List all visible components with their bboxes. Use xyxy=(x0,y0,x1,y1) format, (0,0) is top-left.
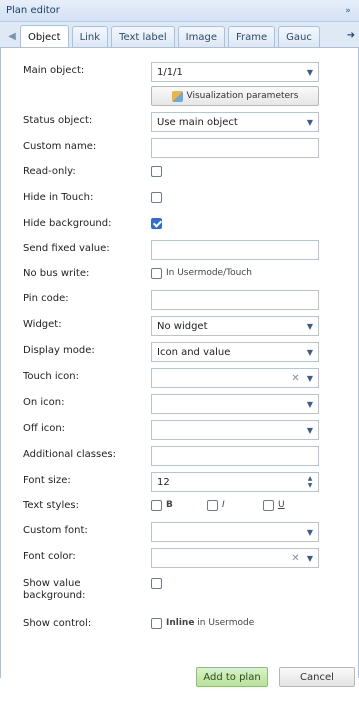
touch-icon-label: Touch icon: xyxy=(23,371,79,382)
font-color-select[interactable]: ✕ ▼ xyxy=(151,548,319,568)
collapse-icon[interactable]: » xyxy=(341,4,355,18)
custom-font-select[interactable]: ▼ xyxy=(151,522,319,542)
font-size-value: 12 xyxy=(157,476,170,488)
status-object-value: Use main object xyxy=(157,116,238,128)
italic-checkbox[interactable] xyxy=(207,500,218,511)
pin-code-label: Pin code: xyxy=(23,293,69,304)
chevron-down-icon[interactable]: ▼ xyxy=(302,317,318,335)
display-mode-label: Display mode: xyxy=(23,345,95,356)
clear-icon[interactable]: ✕ xyxy=(289,369,302,387)
tab-bar: ◀ Object Link Text label Image Frame Gau… xyxy=(0,22,359,48)
underline-style-label: U xyxy=(278,500,285,510)
no-bus-write-checkbox-label: In Usermode/Touch xyxy=(166,268,252,278)
panel-titlebar: Plan editor » xyxy=(0,0,359,22)
send-fixed-input[interactable] xyxy=(151,240,319,260)
chevron-down-icon[interactable]: ▼ xyxy=(302,549,318,567)
widget-label: Widget: xyxy=(23,319,62,330)
inline-bold-label: Inline xyxy=(166,618,195,628)
tab-link[interactable]: Link xyxy=(71,26,109,47)
cancel-button[interactable]: Cancel xyxy=(279,667,355,687)
off-icon-label: Off icon: xyxy=(23,423,66,434)
read-only-label: Read-only: xyxy=(23,166,76,177)
tab-image[interactable]: Image xyxy=(177,26,225,47)
display-mode-select[interactable]: Icon and value ▼ xyxy=(151,342,319,362)
text-styles-label: Text styles: xyxy=(23,500,79,511)
tab-frame[interactable]: Frame xyxy=(227,26,276,47)
additional-classes-input[interactable] xyxy=(151,446,319,466)
font-color-label: Font color: xyxy=(23,551,76,562)
show-value-bg-label-line2: background: xyxy=(23,590,86,601)
additional-classes-label: Additional classes: xyxy=(23,449,116,460)
show-value-bg-label-line1: Show value xyxy=(23,578,81,589)
main-object-label: Main object: xyxy=(23,65,85,76)
chevron-down-icon[interactable]: ▼ xyxy=(302,421,318,439)
font-size-label: Font size: xyxy=(23,475,71,486)
display-mode-value: Icon and value xyxy=(157,346,231,358)
tab-object[interactable]: Object xyxy=(20,25,69,47)
show-control-checkbox-label: Inline in Usermode xyxy=(166,618,254,628)
add-to-plan-button[interactable]: Add to plan xyxy=(196,667,268,687)
widget-value: No widget xyxy=(157,320,208,332)
on-icon-label: On icon: xyxy=(23,397,65,408)
clear-icon[interactable]: ✕ xyxy=(289,549,302,567)
read-only-checkbox[interactable] xyxy=(151,166,162,177)
chevron-down-icon[interactable]: ▼ xyxy=(302,113,318,131)
show-value-bg-checkbox[interactable] xyxy=(151,578,162,589)
status-object-select[interactable]: Use main object ▼ xyxy=(151,112,319,132)
pin-code-input[interactable] xyxy=(151,290,319,310)
main-object-select[interactable]: 1/1/1 ▼ xyxy=(151,62,319,82)
hide-touch-label: Hide in Touch: xyxy=(23,192,94,203)
tab-text-label[interactable]: Text label xyxy=(111,26,175,47)
tab-gauge[interactable]: Gauc xyxy=(278,26,320,47)
bold-checkbox[interactable] xyxy=(151,500,162,511)
no-bus-write-checkbox[interactable] xyxy=(151,268,162,279)
on-icon-select[interactable]: ▼ xyxy=(151,394,319,414)
show-control-label: Show control: xyxy=(23,618,92,629)
tab-scroll-right-icon[interactable]: ➜ xyxy=(343,23,359,47)
widget-select[interactable]: No widget ▼ xyxy=(151,316,319,336)
custom-name-label: Custom name: xyxy=(23,141,97,152)
chevron-down-icon[interactable]: ▼ xyxy=(302,63,318,81)
custom-name-input[interactable] xyxy=(151,138,319,158)
inline-rest-label: in Usermode xyxy=(194,618,255,628)
chevron-down-icon[interactable]: ▼ xyxy=(302,343,318,361)
chevron-down-icon[interactable]: ▼ xyxy=(302,523,318,541)
custom-font-label: Custom font: xyxy=(23,525,88,536)
hide-background-label: Hide background: xyxy=(23,218,112,229)
visualization-parameters-button[interactable]: Visualization parameters xyxy=(151,86,319,106)
panel-title: Plan editor xyxy=(6,5,60,16)
chevron-down-icon[interactable]: ▼ xyxy=(302,369,318,387)
send-fixed-label: Send fixed value: xyxy=(23,243,110,254)
spinner-arrows-icon[interactable]: ▲ ▼ xyxy=(302,473,318,491)
pencil-icon xyxy=(171,90,183,102)
no-bus-write-label: No bus write: xyxy=(23,268,90,279)
off-icon-select[interactable]: ▼ xyxy=(151,420,319,440)
bold-style-label: B xyxy=(166,500,173,510)
viz-button-label: Visualization parameters xyxy=(186,91,299,101)
font-size-stepper[interactable]: 12 ▲ ▼ xyxy=(151,472,319,492)
hide-touch-checkbox[interactable] xyxy=(151,192,162,203)
plan-editor-panel: Plan editor » ◀ Object Link Text label I… xyxy=(0,0,359,720)
main-object-value: 1/1/1 xyxy=(157,66,183,78)
status-object-label: Status object: xyxy=(23,115,93,126)
show-control-checkbox[interactable] xyxy=(151,618,162,629)
italic-style-label: I xyxy=(222,500,225,510)
hide-background-checkbox[interactable] xyxy=(151,218,162,229)
underline-checkbox[interactable] xyxy=(263,500,274,511)
tab-scroll-left-icon[interactable]: ◀ xyxy=(4,25,20,47)
touch-icon-select[interactable]: ✕ ▼ xyxy=(151,368,319,388)
form-body: Main object: 1/1/1 ▼ Visualization param… xyxy=(0,48,359,678)
chevron-down-icon[interactable]: ▼ xyxy=(302,395,318,413)
